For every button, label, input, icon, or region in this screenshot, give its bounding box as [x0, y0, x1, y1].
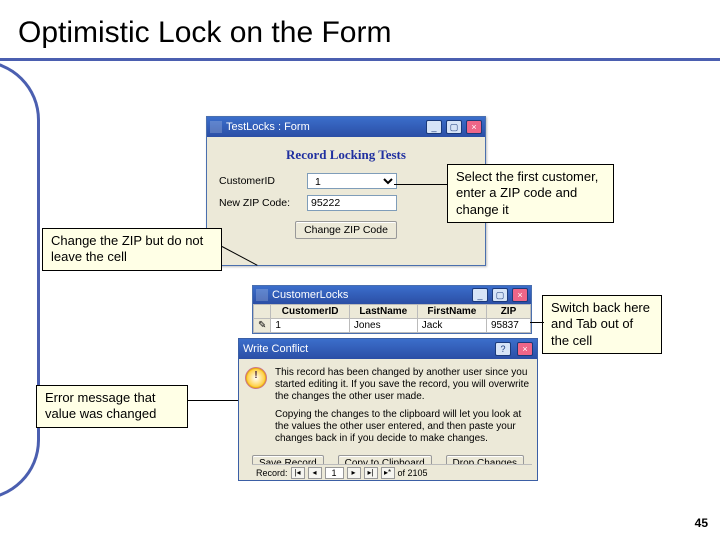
- form-icon: [210, 121, 222, 133]
- data-grid: CustomerID LastName FirstName ZIP ✎ 1 Jo…: [253, 304, 531, 333]
- dialog-para1: This record has been changed by another …: [275, 367, 529, 403]
- datasheet-titlebar: CustomerLocks _ ▢ ×: [253, 286, 531, 304]
- title-underline: [0, 58, 720, 61]
- col-zip[interactable]: ZIP: [486, 305, 530, 319]
- nav-next-button[interactable]: ▸: [347, 467, 361, 479]
- customer-row: CustomerID 1: [219, 173, 473, 189]
- titlebar: TestLocks : Form _ ▢ ×: [207, 117, 485, 137]
- zip-input[interactable]: [307, 195, 397, 211]
- write-conflict-dialog: Write Conflict ? × This record has been …: [238, 338, 538, 481]
- zip-label: New ZIP Code:: [219, 197, 299, 209]
- col-firstname[interactable]: FirstName: [417, 305, 486, 319]
- warning-icon: [245, 367, 267, 389]
- cell-last[interactable]: Jones: [349, 319, 417, 333]
- nav-new-button[interactable]: ▸*: [381, 467, 395, 479]
- callout-line-1: [394, 184, 448, 185]
- page-number: 45: [695, 516, 708, 530]
- callout-change-zip: Change the ZIP but do not leave the cell: [42, 228, 222, 271]
- record-navigator: Record: |◂ ◂ 1 ▸ ▸| ▸* of 2105: [252, 464, 532, 480]
- window-title: TestLocks : Form: [226, 121, 310, 133]
- cell-zip[interactable]: 95837: [486, 319, 530, 333]
- slide-title: Optimistic Lock on the Form: [18, 16, 391, 50]
- dialog-body: This record has been changed by another …: [239, 359, 537, 451]
- dialog-para2: Copying the changes to the clipboard wil…: [275, 409, 529, 445]
- change-zip-button[interactable]: Change ZIP Code: [295, 221, 397, 239]
- testlocks-window: TestLocks : Form _ ▢ × Record Locking Te…: [206, 116, 486, 266]
- customer-label: CustomerID: [219, 175, 299, 187]
- row-selector-icon[interactable]: ✎: [254, 319, 271, 333]
- ds-minimize-button[interactable]: _: [472, 288, 488, 302]
- ds-maximize-button[interactable]: ▢: [492, 288, 508, 302]
- nav-first-button[interactable]: |◂: [291, 467, 305, 479]
- datasheet-icon: [256, 289, 268, 301]
- datasheet-title: CustomerLocks: [272, 289, 348, 301]
- callout-select-first: Select the first customer, enter a ZIP c…: [447, 164, 614, 223]
- dialog-title: Write Conflict: [243, 343, 308, 355]
- maximize-button[interactable]: ▢: [446, 120, 462, 134]
- cell-first[interactable]: Jack: [417, 319, 486, 333]
- recnav-of: of 2105: [398, 468, 428, 478]
- recnav-value[interactable]: 1: [325, 467, 344, 479]
- form-heading: Record Locking Tests: [213, 147, 479, 163]
- decorative-arc: [0, 60, 40, 500]
- callout-line-3: [530, 322, 544, 323]
- callout-switch-back: Switch back here and Tab out of the cell: [542, 295, 662, 354]
- dialog-titlebar: Write Conflict ? ×: [239, 339, 537, 359]
- nav-prev-button[interactable]: ◂: [308, 467, 322, 479]
- zip-row: New ZIP Code:: [219, 195, 473, 211]
- customer-select[interactable]: 1: [307, 173, 397, 189]
- recnav-label: Record:: [256, 468, 288, 478]
- ds-close-button[interactable]: ×: [512, 288, 528, 302]
- close-button[interactable]: ×: [466, 120, 482, 134]
- table-row[interactable]: ✎ 1 Jones Jack 95837: [254, 319, 531, 333]
- dialog-close-button[interactable]: ×: [517, 342, 533, 356]
- cell-id[interactable]: 1: [271, 319, 350, 333]
- callout-line-4: [188, 400, 238, 401]
- help-button[interactable]: ?: [495, 342, 511, 356]
- col-lastname[interactable]: LastName: [349, 305, 417, 319]
- form-body: Record Locking Tests CustomerID 1 New ZI…: [207, 137, 485, 245]
- col-customerid[interactable]: CustomerID: [271, 305, 350, 319]
- customerlocks-window: CustomerLocks _ ▢ × CustomerID LastName …: [252, 285, 532, 334]
- callout-error-msg: Error message that value was changed: [36, 385, 188, 428]
- minimize-button[interactable]: _: [426, 120, 442, 134]
- nav-last-button[interactable]: ▸|: [364, 467, 378, 479]
